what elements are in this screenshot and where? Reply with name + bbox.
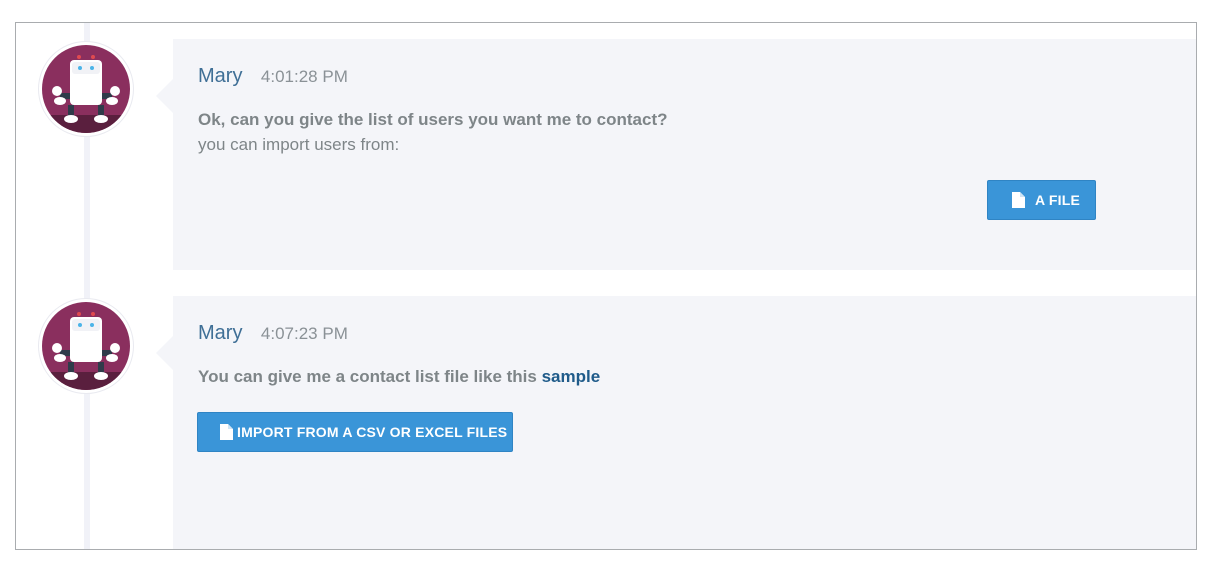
- file-icon: [1012, 192, 1025, 208]
- message-time: 4:07:23 PM: [260, 324, 348, 343]
- sender-name: Mary: [198, 322, 243, 344]
- bot-avatar: [39, 299, 133, 393]
- message-bubble: Mary 4:07:23 PM You can give me a contac…: [156, 296, 1196, 549]
- bot-avatar: [39, 42, 133, 136]
- sender-name: Mary: [198, 65, 243, 87]
- a-file-button-label: A FILE: [1035, 192, 1081, 208]
- message-body: Ok, can you give the list of users you w…: [198, 107, 667, 157]
- message-body: You can give me a contact list file like…: [198, 364, 600, 389]
- message-text: you can import users from:: [198, 135, 400, 154]
- a-file-button[interactable]: A FILE: [987, 180, 1096, 220]
- message-text-bold: Ok, can you give the list of users you w…: [198, 110, 668, 129]
- import-csv-excel-button[interactable]: IMPORT FROM A CSV OR EXCEL FILES: [197, 412, 513, 452]
- file-icon: [220, 424, 233, 440]
- sample-link[interactable]: sample: [542, 367, 601, 386]
- robot-icon: [42, 45, 130, 133]
- message-bubble: Mary 4:01:28 PM Ok, can you give the lis…: [156, 39, 1196, 270]
- message-header: Mary 4:07:23 PM: [198, 322, 348, 345]
- message-text-bold: You can give me a contact list file like…: [198, 367, 542, 386]
- message-time: 4:01:28 PM: [260, 67, 348, 86]
- chat-frame: Mary 4:01:28 PM Ok, can you give the lis…: [15, 22, 1197, 550]
- import-button-label: IMPORT FROM A CSV OR EXCEL FILES: [237, 424, 508, 440]
- robot-icon: [42, 302, 130, 390]
- message-header: Mary 4:01:28 PM: [198, 65, 348, 88]
